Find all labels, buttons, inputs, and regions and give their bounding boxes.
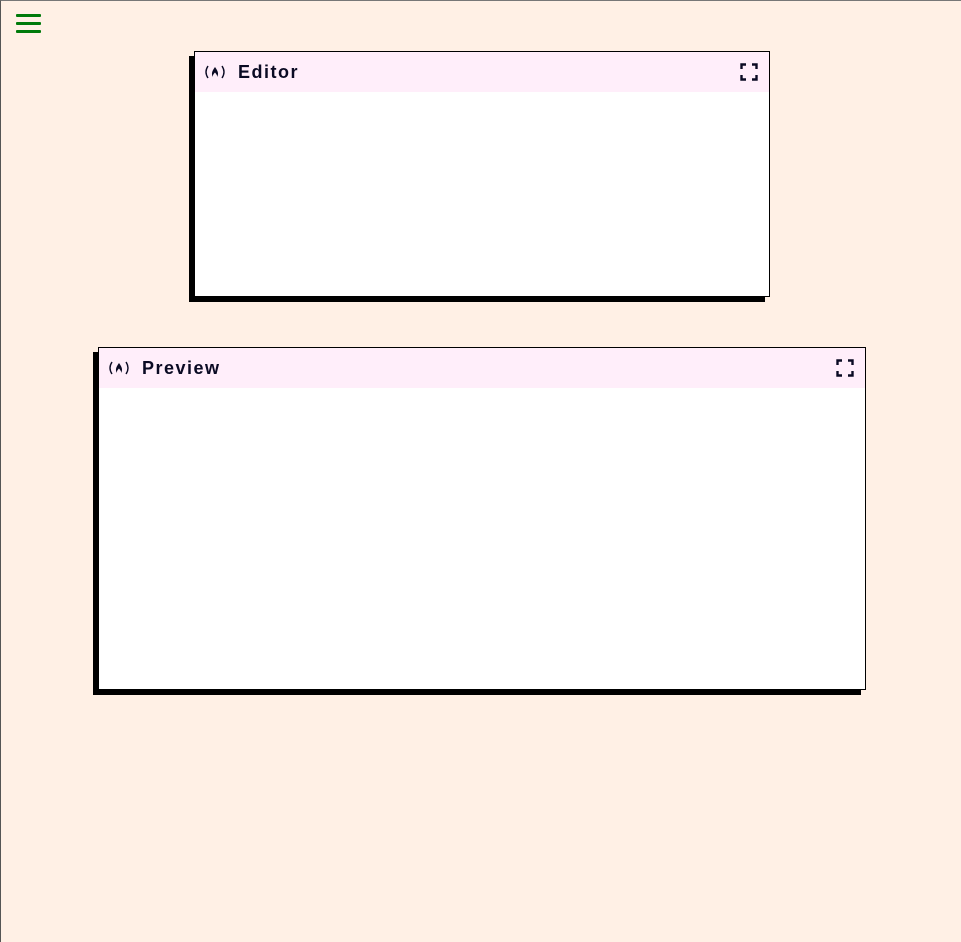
- editor-panel-title: Editor: [238, 61, 299, 82]
- editor-textarea[interactable]: [195, 92, 769, 296]
- freecodecamp-logo-icon: [203, 64, 227, 80]
- editor-panel-header: Editor: [195, 52, 769, 92]
- hamburger-menu-button[interactable]: [14, 13, 44, 39]
- editor-panel: Editor: [194, 51, 770, 297]
- preview-content: [99, 388, 865, 689]
- hamburger-menu-icon-bar: [16, 22, 41, 25]
- hamburger-menu-icon-bar: [16, 14, 41, 17]
- preview-panel-header: Preview: [99, 348, 865, 388]
- preview-panel: Preview: [98, 347, 866, 690]
- maximize-icon[interactable]: [740, 63, 758, 81]
- hamburger-menu-icon-bar: [16, 30, 41, 33]
- freecodecamp-logo-icon: [107, 360, 131, 376]
- maximize-icon[interactable]: [836, 359, 854, 377]
- preview-panel-title: Preview: [142, 357, 221, 378]
